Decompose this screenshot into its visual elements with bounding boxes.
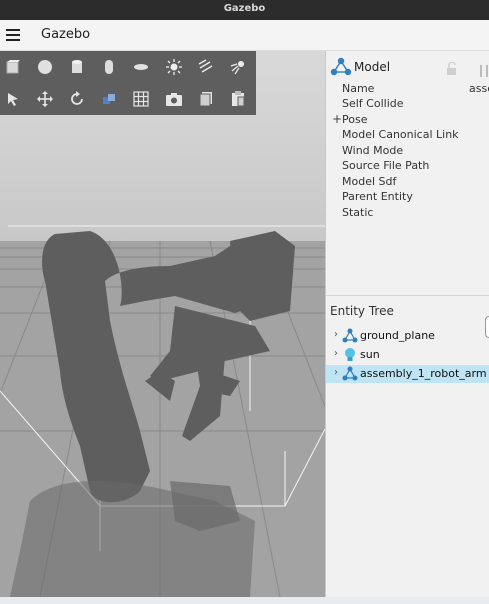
property-label: Parent Entity — [342, 190, 413, 203]
pause-icon[interactable] — [480, 62, 489, 81]
robot-shadow — [10, 481, 255, 597]
property-row-pose[interactable]: + Pose — [326, 112, 489, 128]
tree-item-assembly-1-robot-arm[interactable]: › assembly_1_robot_arm — [326, 365, 489, 383]
rotate-icon[interactable] — [66, 88, 88, 110]
chevron-right-icon[interactable]: › — [334, 367, 338, 378]
tree-item-ground-plane[interactable]: › ground_plane — [326, 327, 489, 345]
chevron-right-icon[interactable]: › — [334, 348, 338, 359]
property-row-source-file-path: Source File Path — [326, 159, 489, 174]
property-row-model-canonical-link: Model Canonical Link — [326, 128, 489, 143]
model-icon — [342, 328, 358, 346]
tree-item-label: sun — [360, 348, 380, 361]
hamburger-icon[interactable] — [6, 29, 20, 41]
property-label: Pose — [342, 113, 368, 126]
3d-scene-viewport[interactable] — [0, 51, 325, 597]
lock-icon[interactable] — [446, 60, 458, 79]
property-row-wind-mode: Wind Mode — [326, 144, 489, 159]
property-row-name: Name asse — [326, 82, 489, 97]
entity-tree-panel: Entity Tree › ground_plane › sun › assem… — [326, 295, 489, 597]
scene-render — [0, 51, 325, 597]
paste-icon[interactable] — [227, 88, 249, 110]
translate-icon[interactable] — [34, 88, 56, 110]
property-row-parent-entity: Parent Entity — [326, 190, 489, 205]
panel-resize-handle[interactable] — [485, 316, 489, 338]
sun-light-icon[interactable] — [163, 56, 185, 78]
tree-item-label: assembly_1_robot_arm — [360, 367, 487, 380]
component-inspector-panel: Model Name asse Self Collide + Pose Mode… — [325, 51, 489, 597]
model-icon — [342, 366, 358, 384]
property-value[interactable]: asse — [469, 82, 489, 95]
window-titlebar: Gazebo — [0, 0, 489, 20]
spot-light-icon[interactable] — [227, 56, 249, 78]
sphere-shape-icon[interactable] — [34, 56, 56, 78]
select-arrow-icon[interactable] — [2, 88, 24, 110]
app-title: Gazebo — [41, 27, 91, 42]
tree-item-label: ground_plane — [360, 329, 435, 342]
shape-toolbar — [0, 51, 256, 115]
window-title: Gazebo — [223, 3, 266, 14]
entity-tree-title: Entity Tree — [330, 304, 394, 318]
copy-icon[interactable] — [195, 88, 217, 110]
property-label: Self Collide — [342, 97, 404, 110]
property-row-model-sdf: Model Sdf — [326, 175, 489, 190]
app-bar: Gazebo — [0, 20, 489, 51]
capsule-shape-icon[interactable] — [98, 56, 120, 78]
property-label: Static — [342, 206, 374, 219]
inspector-title: Model — [354, 60, 391, 74]
box-shape-icon[interactable] — [2, 56, 24, 78]
chevron-right-icon[interactable]: › — [334, 329, 338, 340]
property-label: Wind Mode — [342, 144, 404, 157]
property-label: Name — [342, 82, 375, 95]
property-label: Source File Path — [342, 159, 430, 172]
bottom-status-strip — [0, 597, 489, 604]
cylinder-shape-icon[interactable] — [66, 56, 88, 78]
property-row-static: Static — [326, 206, 489, 221]
screenshot-icon[interactable] — [163, 88, 185, 110]
property-row-self-collide: Self Collide — [326, 97, 489, 112]
directional-light-icon[interactable] — [195, 56, 217, 78]
tree-item-sun[interactable]: › sun — [326, 346, 489, 364]
expand-plus-icon[interactable]: + — [332, 112, 342, 126]
grid-icon[interactable] — [130, 88, 152, 110]
ellipsoid-shape-icon[interactable] — [130, 56, 152, 78]
snap-icon[interactable] — [98, 88, 120, 110]
property-label: Model Sdf — [342, 175, 397, 188]
model-icon — [330, 57, 352, 81]
inspector-header: Model — [326, 55, 489, 79]
light-bulb-icon — [342, 347, 358, 366]
property-label: Model Canonical Link — [342, 128, 459, 141]
